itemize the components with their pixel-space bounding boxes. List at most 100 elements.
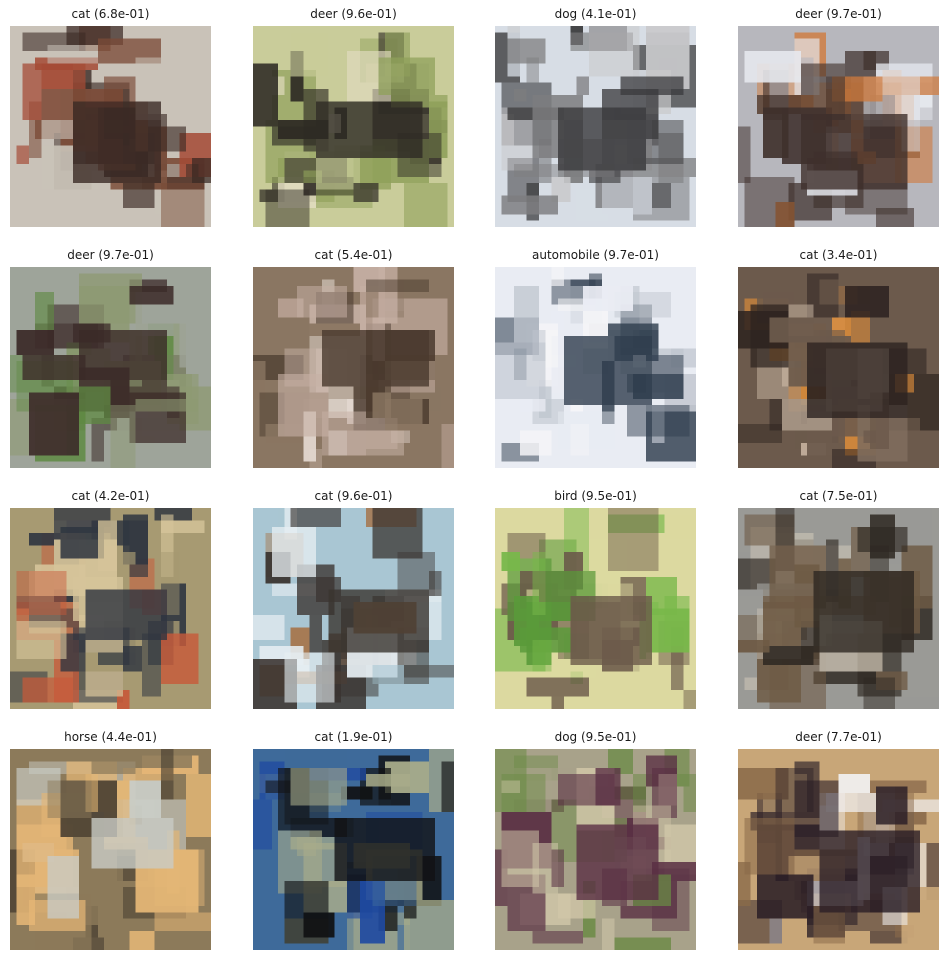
panel-title: dog (9.5e-01) bbox=[554, 730, 637, 744]
image-pixel-block bbox=[501, 195, 558, 215]
image-pixel-block bbox=[97, 520, 117, 571]
image-pixel-block bbox=[664, 514, 696, 540]
thumbnail-image bbox=[738, 508, 939, 709]
panel-title: deer (7.7e-01) bbox=[795, 730, 882, 744]
image-subject bbox=[557, 107, 646, 171]
image-pixel-block bbox=[744, 51, 801, 83]
image-pixel-block bbox=[47, 855, 80, 919]
panel-title: cat (4.2e-01) bbox=[71, 489, 150, 503]
thumbnail-image bbox=[10, 508, 211, 709]
image-pixel-block bbox=[271, 126, 316, 146]
image-pixel-block bbox=[645, 608, 690, 653]
image-pixel-block bbox=[920, 95, 933, 108]
image-subject bbox=[315, 101, 423, 158]
image-pixel-block bbox=[551, 267, 565, 286]
image-pixel-block bbox=[441, 424, 454, 468]
image-panel: bird (9.5e-01) bbox=[495, 488, 696, 709]
image-subject bbox=[819, 830, 921, 913]
image-pixel-block bbox=[160, 183, 205, 227]
thumbnail-image bbox=[253, 749, 454, 950]
image-pixel-block bbox=[869, 514, 896, 559]
image-pixel-block bbox=[876, 786, 908, 825]
panel-title: cat (5.4e-01) bbox=[314, 248, 393, 262]
image-pixel-block bbox=[271, 526, 316, 578]
thumbnail-image bbox=[495, 508, 696, 709]
image-pixel-block bbox=[501, 780, 521, 793]
image-pixel-block bbox=[160, 633, 199, 684]
image-pixel-block bbox=[179, 317, 205, 368]
image-pixel-block bbox=[366, 774, 411, 787]
image-subject bbox=[813, 570, 914, 653]
image-panel: cat (9.6e-01) bbox=[253, 488, 454, 709]
image-pixel-block bbox=[532, 639, 552, 672]
image-panel: automobile (9.7e-01) bbox=[495, 247, 696, 468]
image-subject bbox=[91, 818, 174, 869]
image-pixel-block bbox=[378, 57, 436, 96]
image-panel: deer (9.7e-01) bbox=[738, 6, 939, 227]
image-subject bbox=[800, 113, 908, 190]
image-subject bbox=[564, 336, 653, 406]
image-panel: cat (7.5e-01) bbox=[738, 488, 939, 709]
image-pixel-block bbox=[744, 176, 795, 227]
image-pixel-block bbox=[838, 774, 870, 793]
image-pixel-block bbox=[253, 799, 272, 850]
image-pixel-block bbox=[495, 912, 508, 944]
image-pixel-block bbox=[129, 780, 161, 819]
image-pixel-block bbox=[513, 88, 527, 102]
image-pixel-block bbox=[85, 671, 124, 697]
image-pixel-block bbox=[876, 208, 914, 227]
image-pixel-block bbox=[60, 526, 105, 559]
image-pixel-block bbox=[738, 424, 782, 443]
panel-title: cat (9.6e-01) bbox=[314, 489, 393, 503]
image-panel: cat (3.4e-01) bbox=[738, 247, 939, 468]
image-pixel-block bbox=[372, 392, 392, 418]
image-pixel-block bbox=[626, 405, 690, 437]
image-pixel-block bbox=[116, 551, 136, 565]
image-panel: deer (9.6e-01) bbox=[253, 6, 454, 227]
image-pixel-block bbox=[403, 665, 454, 678]
image-pixel-block bbox=[756, 874, 814, 919]
image-pixel-block bbox=[744, 677, 757, 691]
image-pixel-block bbox=[428, 570, 442, 596]
image-pixel-block bbox=[570, 424, 590, 456]
image-panel: cat (5.4e-01) bbox=[253, 247, 454, 468]
image-pixel-block bbox=[129, 931, 155, 950]
thumbnail-image bbox=[495, 749, 696, 950]
image-subject bbox=[322, 329, 429, 387]
image-pixel-block bbox=[160, 749, 174, 800]
image-pixel-block bbox=[278, 373, 329, 437]
panel-title: horse (4.4e-01) bbox=[64, 730, 157, 744]
image-panel: deer (7.7e-01) bbox=[738, 729, 939, 950]
image-pixel-block bbox=[167, 298, 211, 311]
image-panel: dog (9.5e-01) bbox=[495, 729, 696, 950]
image-pixel-block bbox=[683, 690, 696, 709]
panel-title: cat (6.8e-01) bbox=[71, 7, 150, 21]
image-subject bbox=[570, 595, 653, 666]
image-pixel-block bbox=[769, 317, 833, 343]
image-pixel-block bbox=[16, 621, 67, 659]
image-subject bbox=[79, 329, 168, 381]
image-pixel-block bbox=[601, 918, 615, 950]
image-pixel-block bbox=[322, 411, 367, 456]
image-panel: cat (1.9e-01) bbox=[253, 729, 454, 950]
image-pixel-block bbox=[532, 931, 583, 944]
image-pixel-block bbox=[79, 386, 111, 425]
image-subject bbox=[328, 589, 429, 653]
panel-title: automobile (9.7e-01) bbox=[532, 248, 659, 262]
image-pixel-block bbox=[614, 937, 671, 950]
image-pixel-block bbox=[403, 183, 448, 227]
image-pixel-block bbox=[154, 912, 211, 932]
image-pixel-block bbox=[775, 767, 814, 812]
image-pixel-block bbox=[844, 285, 889, 318]
image-pixel-block bbox=[589, 26, 640, 77]
image-pixel-block bbox=[185, 164, 199, 177]
image-pixel-block bbox=[895, 696, 939, 709]
image-pixel-block bbox=[185, 774, 211, 837]
thumbnail-image bbox=[10, 749, 211, 950]
image-pixel-block bbox=[551, 849, 565, 888]
image-pixel-block bbox=[284, 652, 335, 703]
image-pixel-block bbox=[91, 761, 136, 775]
image-pixel-block bbox=[296, 285, 348, 318]
image-pixel-block bbox=[253, 614, 285, 640]
image-pixel-block bbox=[763, 646, 814, 666]
